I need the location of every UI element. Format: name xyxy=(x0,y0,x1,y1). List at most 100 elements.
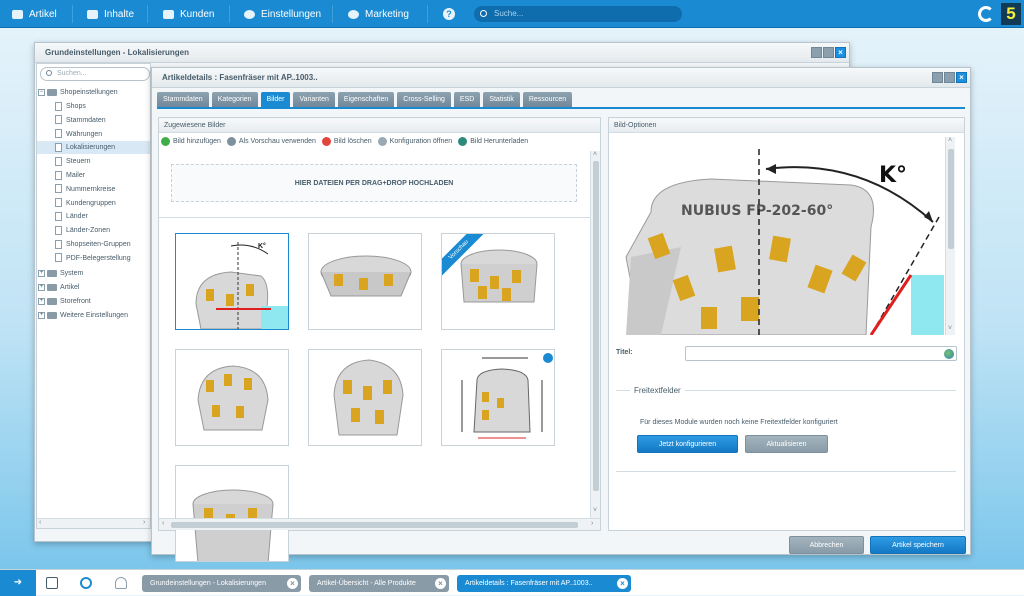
scroll-left-icon[interactable]: ‹ xyxy=(162,520,164,527)
nav-inhalte[interactable]: Inhalte xyxy=(87,0,134,28)
scroll-thumb[interactable] xyxy=(948,149,954,249)
help-icon[interactable]: ? xyxy=(443,8,455,20)
tree-folder-item[interactable]: + System xyxy=(38,267,83,280)
scroll-up-icon[interactable]: ˄ xyxy=(948,137,952,144)
tree-folder-item[interactable]: + Storefront xyxy=(38,295,91,308)
taskbar-task[interactable]: Grundeinstellungen - Lokalisierungen × xyxy=(142,575,301,592)
configure-now-button[interactable]: Jetzt konfigurieren xyxy=(637,435,738,453)
image-thumbnail[interactable]: Vorschau xyxy=(441,233,555,330)
bell-icon[interactable] xyxy=(115,577,127,589)
tab-ressourcen[interactable]: Ressourcen xyxy=(522,92,573,107)
tree-folder-item[interactable]: + Artikel xyxy=(38,281,79,294)
tree-node-item[interactable]: Währungen xyxy=(55,128,102,141)
tree-node-item[interactable]: PDF-Belegerstellung xyxy=(55,252,131,265)
close-icon[interactable]: × xyxy=(835,47,846,58)
tree-folder-label: Weitere Einstellungen xyxy=(60,312,128,319)
tree-folder-item[interactable]: + Weitere Einstellungen xyxy=(38,309,128,322)
tab-kategorien[interactable]: Kategorien xyxy=(211,92,258,107)
close-icon[interactable]: × xyxy=(287,578,298,589)
scroll-right-icon[interactable]: › xyxy=(143,519,145,526)
tab-bilder[interactable]: Bilder xyxy=(260,92,291,107)
scroll-down-icon[interactable]: ˅ xyxy=(593,507,597,514)
save-article-button[interactable]: Artikel speichern xyxy=(870,536,966,554)
tree-node-item[interactable]: Stammdaten xyxy=(55,114,106,127)
tree-node-item[interactable]: Lokalisierungen xyxy=(37,141,150,155)
add-button[interactable]: Bild hinzufügen xyxy=(161,135,221,149)
tree-node-item[interactable]: Länder-Zonen xyxy=(55,224,110,237)
globe-icon[interactable] xyxy=(944,349,954,359)
expand-toggle-icon[interactable]: + xyxy=(38,311,45,319)
download-button[interactable]: Bild Herunterladen xyxy=(458,135,528,149)
delete-button[interactable]: Bild löschen xyxy=(321,135,372,149)
close-icon[interactable]: × xyxy=(617,578,628,589)
nav-marketing-label: Marketing xyxy=(365,8,409,20)
nav-einstellungen[interactable]: Einstellungen xyxy=(244,0,321,28)
scroll-down-icon[interactable]: ˅ xyxy=(948,325,952,332)
image-thumbnail[interactable]: K° xyxy=(175,233,289,330)
minimize-icon[interactable] xyxy=(932,72,943,83)
nav-marketing[interactable]: Marketing xyxy=(348,0,409,28)
document-icon xyxy=(55,253,62,263)
expand-toggle-icon[interactable]: + xyxy=(38,297,45,305)
image-thumbnail[interactable] xyxy=(441,349,555,446)
config-button[interactable]: Konfiguration öffnen xyxy=(377,135,452,149)
preview-vertical-scrollbar[interactable]: ˄ ˅ xyxy=(945,137,955,335)
global-search-input[interactable]: Suche... xyxy=(474,6,682,22)
tree-node-item[interactable]: Mailer xyxy=(55,169,85,182)
tab-stammdaten[interactable]: Stammdaten xyxy=(157,92,209,107)
images-horizontal-scrollbar[interactable]: ‹ › xyxy=(159,518,600,530)
title-input[interactable] xyxy=(685,346,957,361)
article-details-titlebar[interactable]: Artikeldetails : Fasenfräser mit AP..100… xyxy=(152,68,970,88)
close-icon[interactable]: × xyxy=(956,72,967,83)
taskbar-task[interactable]: Artikeldetails : Fasenfräser mit AP..100… xyxy=(457,575,631,592)
image-thumbnail[interactable] xyxy=(175,465,289,562)
tree-search-input[interactable]: Suchen... xyxy=(40,67,150,81)
image-thumbnail[interactable] xyxy=(308,233,422,330)
image-thumbnail[interactable] xyxy=(175,349,289,446)
image-thumbnail[interactable] xyxy=(308,349,422,446)
toolbar-label: Als Vorschau verwenden xyxy=(238,138,316,145)
tab-varianten[interactable]: Varianten xyxy=(293,92,335,107)
expand-toggle-icon[interactable]: + xyxy=(38,269,45,277)
tree-node-item[interactable]: Steuern xyxy=(55,155,91,168)
upload-dropzone[interactable]: HIER DATEIEN PER DRAG+DROP HOCHLADEN xyxy=(171,164,577,202)
tree-node-item[interactable]: Länder xyxy=(55,210,88,223)
tab-esd[interactable]: ESD xyxy=(453,92,481,107)
taskbar-task[interactable]: Artikel-Übersicht - Alle Produkte × xyxy=(309,575,449,592)
collapse-toggle-icon[interactable]: − xyxy=(38,88,45,96)
maximize-icon[interactable] xyxy=(944,72,955,83)
close-icon[interactable]: × xyxy=(435,578,446,589)
settings-window-titlebar[interactable]: Grundeinstellungen - Lokalisierungen × xyxy=(35,43,849,63)
tab-eigenschaften[interactable]: Eigenschaften xyxy=(337,92,395,107)
tree-node-shopeinstellungen[interactable]: − Shopeinstellungen xyxy=(38,86,118,99)
scroll-right-icon[interactable]: › xyxy=(591,520,593,527)
windows-icon[interactable] xyxy=(46,577,58,589)
nav-artikel[interactable]: Artikel xyxy=(12,0,57,28)
cancel-button[interactable]: Abbrechen xyxy=(789,536,864,554)
scroll-thumb[interactable] xyxy=(171,522,578,528)
tree-node-item[interactable]: Kundengruppen xyxy=(55,197,116,210)
image-preview: NUBIUS FP-202-60° K° xyxy=(621,137,944,335)
preview-button[interactable]: Als Vorschau verwenden xyxy=(226,135,316,149)
scroll-up-icon[interactable]: ˄ xyxy=(593,151,597,158)
maximize-icon[interactable] xyxy=(823,47,834,58)
minimize-icon[interactable] xyxy=(811,47,822,58)
tab-cross-selling[interactable]: Cross-Selling xyxy=(397,92,451,107)
tree-node-item[interactable]: Shops xyxy=(55,100,86,113)
images-vertical-scrollbar[interactable]: ˄ ˅ xyxy=(590,151,600,518)
tree-search-placeholder: Suchen... xyxy=(57,70,87,77)
expand-toggle-icon[interactable]: + xyxy=(38,283,45,291)
clock-icon[interactable] xyxy=(80,577,92,589)
task-label: Artikeldetails : Fasenfräser mit AP..100… xyxy=(465,580,593,587)
scroll-left-icon[interactable]: ‹ xyxy=(39,519,41,526)
nav-kunden[interactable]: Kunden xyxy=(163,0,214,28)
tree-node-item[interactable]: Shopseiten-Gruppen xyxy=(55,238,131,251)
tab-statistik[interactable]: Statistik xyxy=(483,92,520,107)
refresh-logo-icon[interactable] xyxy=(978,6,994,22)
refresh-button[interactable]: Aktualisieren xyxy=(745,435,828,453)
tree-horizontal-scrollbar[interactable]: ‹ › xyxy=(37,518,150,528)
toolbar-label: Bild löschen xyxy=(333,138,372,145)
scroll-thumb[interactable] xyxy=(593,161,599,491)
tree-node-item[interactable]: Nummernkreise xyxy=(55,183,115,196)
logout-icon[interactable]: ➜ xyxy=(0,570,36,596)
